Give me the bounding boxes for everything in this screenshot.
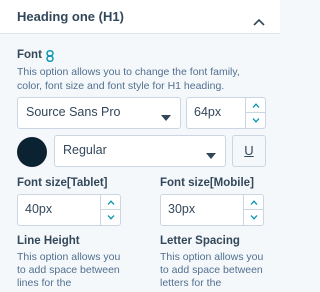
mobile-size-stepper[interactable] [243, 195, 263, 225]
decrement-icon[interactable] [246, 113, 265, 128]
decrement-icon[interactable] [101, 210, 120, 225]
section-header[interactable]: Heading one (H1) [0, 0, 280, 34]
caret-down-icon [161, 110, 171, 124]
font-style-value: Regular [63, 143, 107, 157]
tablet-size-label: Font size[Tablet] [17, 177, 108, 189]
font-color-swatch[interactable] [17, 137, 47, 167]
decrement-icon[interactable] [244, 210, 263, 225]
mobile-size-label: Font size[Mobile] [160, 177, 254, 189]
mobile-size-value: 30px [168, 202, 196, 216]
letter-spacing-label: Letter Spacing [160, 235, 240, 247]
chevron-up-icon[interactable] [253, 13, 265, 31]
mobile-size-input[interactable]: 30px [160, 194, 264, 226]
increment-icon[interactable] [246, 98, 265, 113]
font-settings-panel: Font This option allows you to change th… [0, 35, 280, 292]
underline-button[interactable]: U [232, 135, 266, 167]
font-help-text: This option allows you to change the fon… [17, 66, 240, 92]
increment-icon[interactable] [101, 195, 120, 210]
line-height-label: Line Height [17, 235, 80, 247]
font-label: Font [17, 49, 42, 61]
tablet-size-input[interactable]: 40px [17, 194, 121, 226]
increment-icon[interactable] [244, 195, 263, 210]
line-height-help: This option allows you to add space betw… [17, 251, 121, 289]
caret-down-icon [206, 148, 216, 162]
font-size-input[interactable]: 64px [186, 97, 266, 129]
section-title: Heading one (H1) [17, 9, 124, 24]
font-family-select[interactable]: Source Sans Pro [17, 97, 181, 129]
letter-spacing-help: This option allows you to add space betw… [160, 251, 264, 289]
font-size-stepper[interactable] [245, 98, 265, 128]
tablet-size-value: 40px [25, 202, 53, 216]
font-size-value: 64px [194, 105, 222, 119]
font-style-select[interactable]: Regular [54, 135, 226, 167]
tablet-size-stepper[interactable] [100, 195, 120, 225]
font-family-value: Source Sans Pro [26, 105, 121, 119]
